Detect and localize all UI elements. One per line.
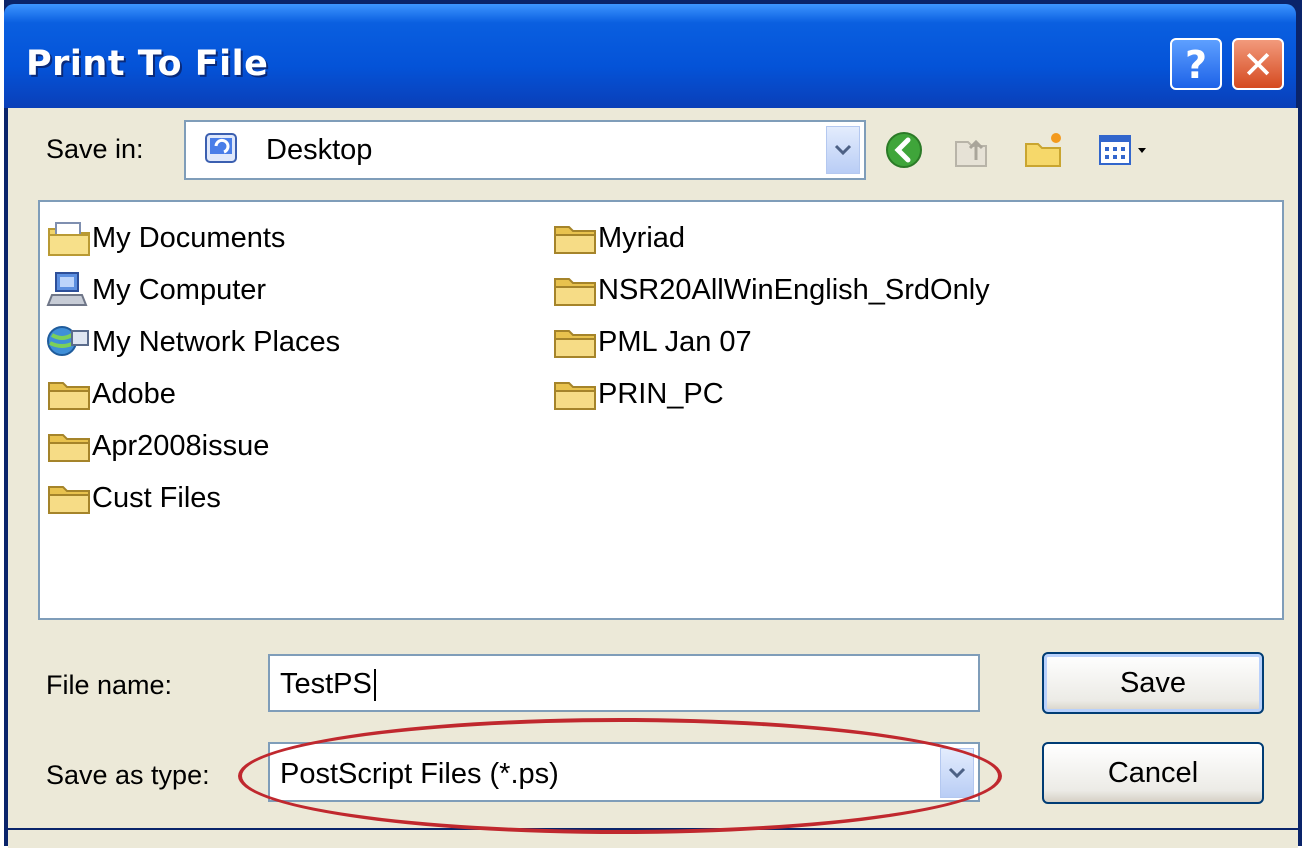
- file-name: My Network Places: [92, 325, 341, 358]
- save-as-type-dropdown[interactable]: PostScript Files (*.ps): [268, 742, 980, 802]
- desktop-icon: [205, 133, 237, 163]
- help-button[interactable]: ?: [1170, 38, 1222, 90]
- chevron-down-icon: [948, 767, 966, 779]
- save-in-dropdown[interactable]: Desktop: [184, 120, 866, 180]
- save-as-type-dropdown-button[interactable]: [940, 748, 974, 798]
- list-item-folder[interactable]: Cust Files: [46, 474, 221, 522]
- close-button[interactable]: ✕: [1232, 38, 1284, 90]
- file-name: PML Jan 07: [598, 325, 752, 358]
- back-icon[interactable]: [882, 126, 926, 174]
- save-as-type-value: PostScript Files (*.ps): [280, 758, 559, 790]
- file-name: Cust Files: [92, 481, 221, 514]
- file-name: Adobe: [92, 377, 176, 410]
- folder-icon: [48, 434, 90, 462]
- list-item-my-network-places[interactable]: My Network Places: [46, 318, 340, 366]
- list-item-folder[interactable]: PRIN_PC: [552, 370, 724, 418]
- list-item-folder[interactable]: Adobe: [46, 370, 176, 418]
- folder-icon: [554, 278, 596, 306]
- dialog-title: Print To File: [26, 44, 269, 84]
- list-item-folder[interactable]: NSR20AllWinEnglish_SrdOnly: [552, 266, 990, 314]
- file-list[interactable]: My Documents My Computer My Network Plac…: [38, 200, 1284, 620]
- view-menu-icon[interactable]: [1094, 126, 1166, 174]
- save-in-value: Desktop: [266, 134, 373, 166]
- folder-icon: [554, 382, 596, 410]
- list-item-my-computer[interactable]: My Computer: [46, 266, 266, 314]
- title-bar[interactable]: Print To File ? ✕: [4, 4, 1296, 108]
- my-documents-icon: [48, 222, 90, 256]
- folder-icon: [554, 330, 596, 358]
- chevron-down-icon: [834, 144, 852, 156]
- folder-icon: [48, 486, 90, 514]
- save-in-dropdown-button[interactable]: [826, 126, 860, 174]
- my-computer-icon: [46, 272, 88, 306]
- folder-icon: [48, 382, 90, 410]
- file-name: NSR20AllWinEnglish_SrdOnly: [598, 273, 990, 306]
- save-as-type-label: Save as type:: [46, 760, 210, 790]
- list-item-folder[interactable]: Apr2008issue: [46, 422, 269, 470]
- file-name: Apr2008issue: [92, 429, 270, 462]
- file-name-input[interactable]: TestPS: [268, 654, 980, 712]
- file-name: My Documents: [92, 221, 286, 254]
- up-folder-icon[interactable]: [948, 126, 992, 174]
- list-item-my-documents[interactable]: My Documents: [46, 214, 285, 262]
- folder-icon: [554, 226, 596, 254]
- file-name-label: File name:: [46, 670, 173, 700]
- save-in-label: Save in:: [46, 134, 144, 164]
- cancel-button[interactable]: Cancel: [1042, 742, 1264, 804]
- dialog-bottom-edge: [8, 828, 1298, 848]
- file-name-value: TestPS: [280, 668, 372, 700]
- file-name: PRIN_PC: [598, 377, 724, 410]
- save-button[interactable]: Save: [1042, 652, 1264, 714]
- text-caret: [373, 669, 376, 702]
- file-name: Myriad: [598, 221, 686, 254]
- network-places-icon: [47, 326, 89, 356]
- file-name: My Computer: [92, 273, 267, 306]
- new-folder-icon[interactable]: [1022, 126, 1066, 174]
- list-item-folder[interactable]: Myriad: [552, 214, 685, 262]
- list-item-folder[interactable]: PML Jan 07: [552, 318, 752, 366]
